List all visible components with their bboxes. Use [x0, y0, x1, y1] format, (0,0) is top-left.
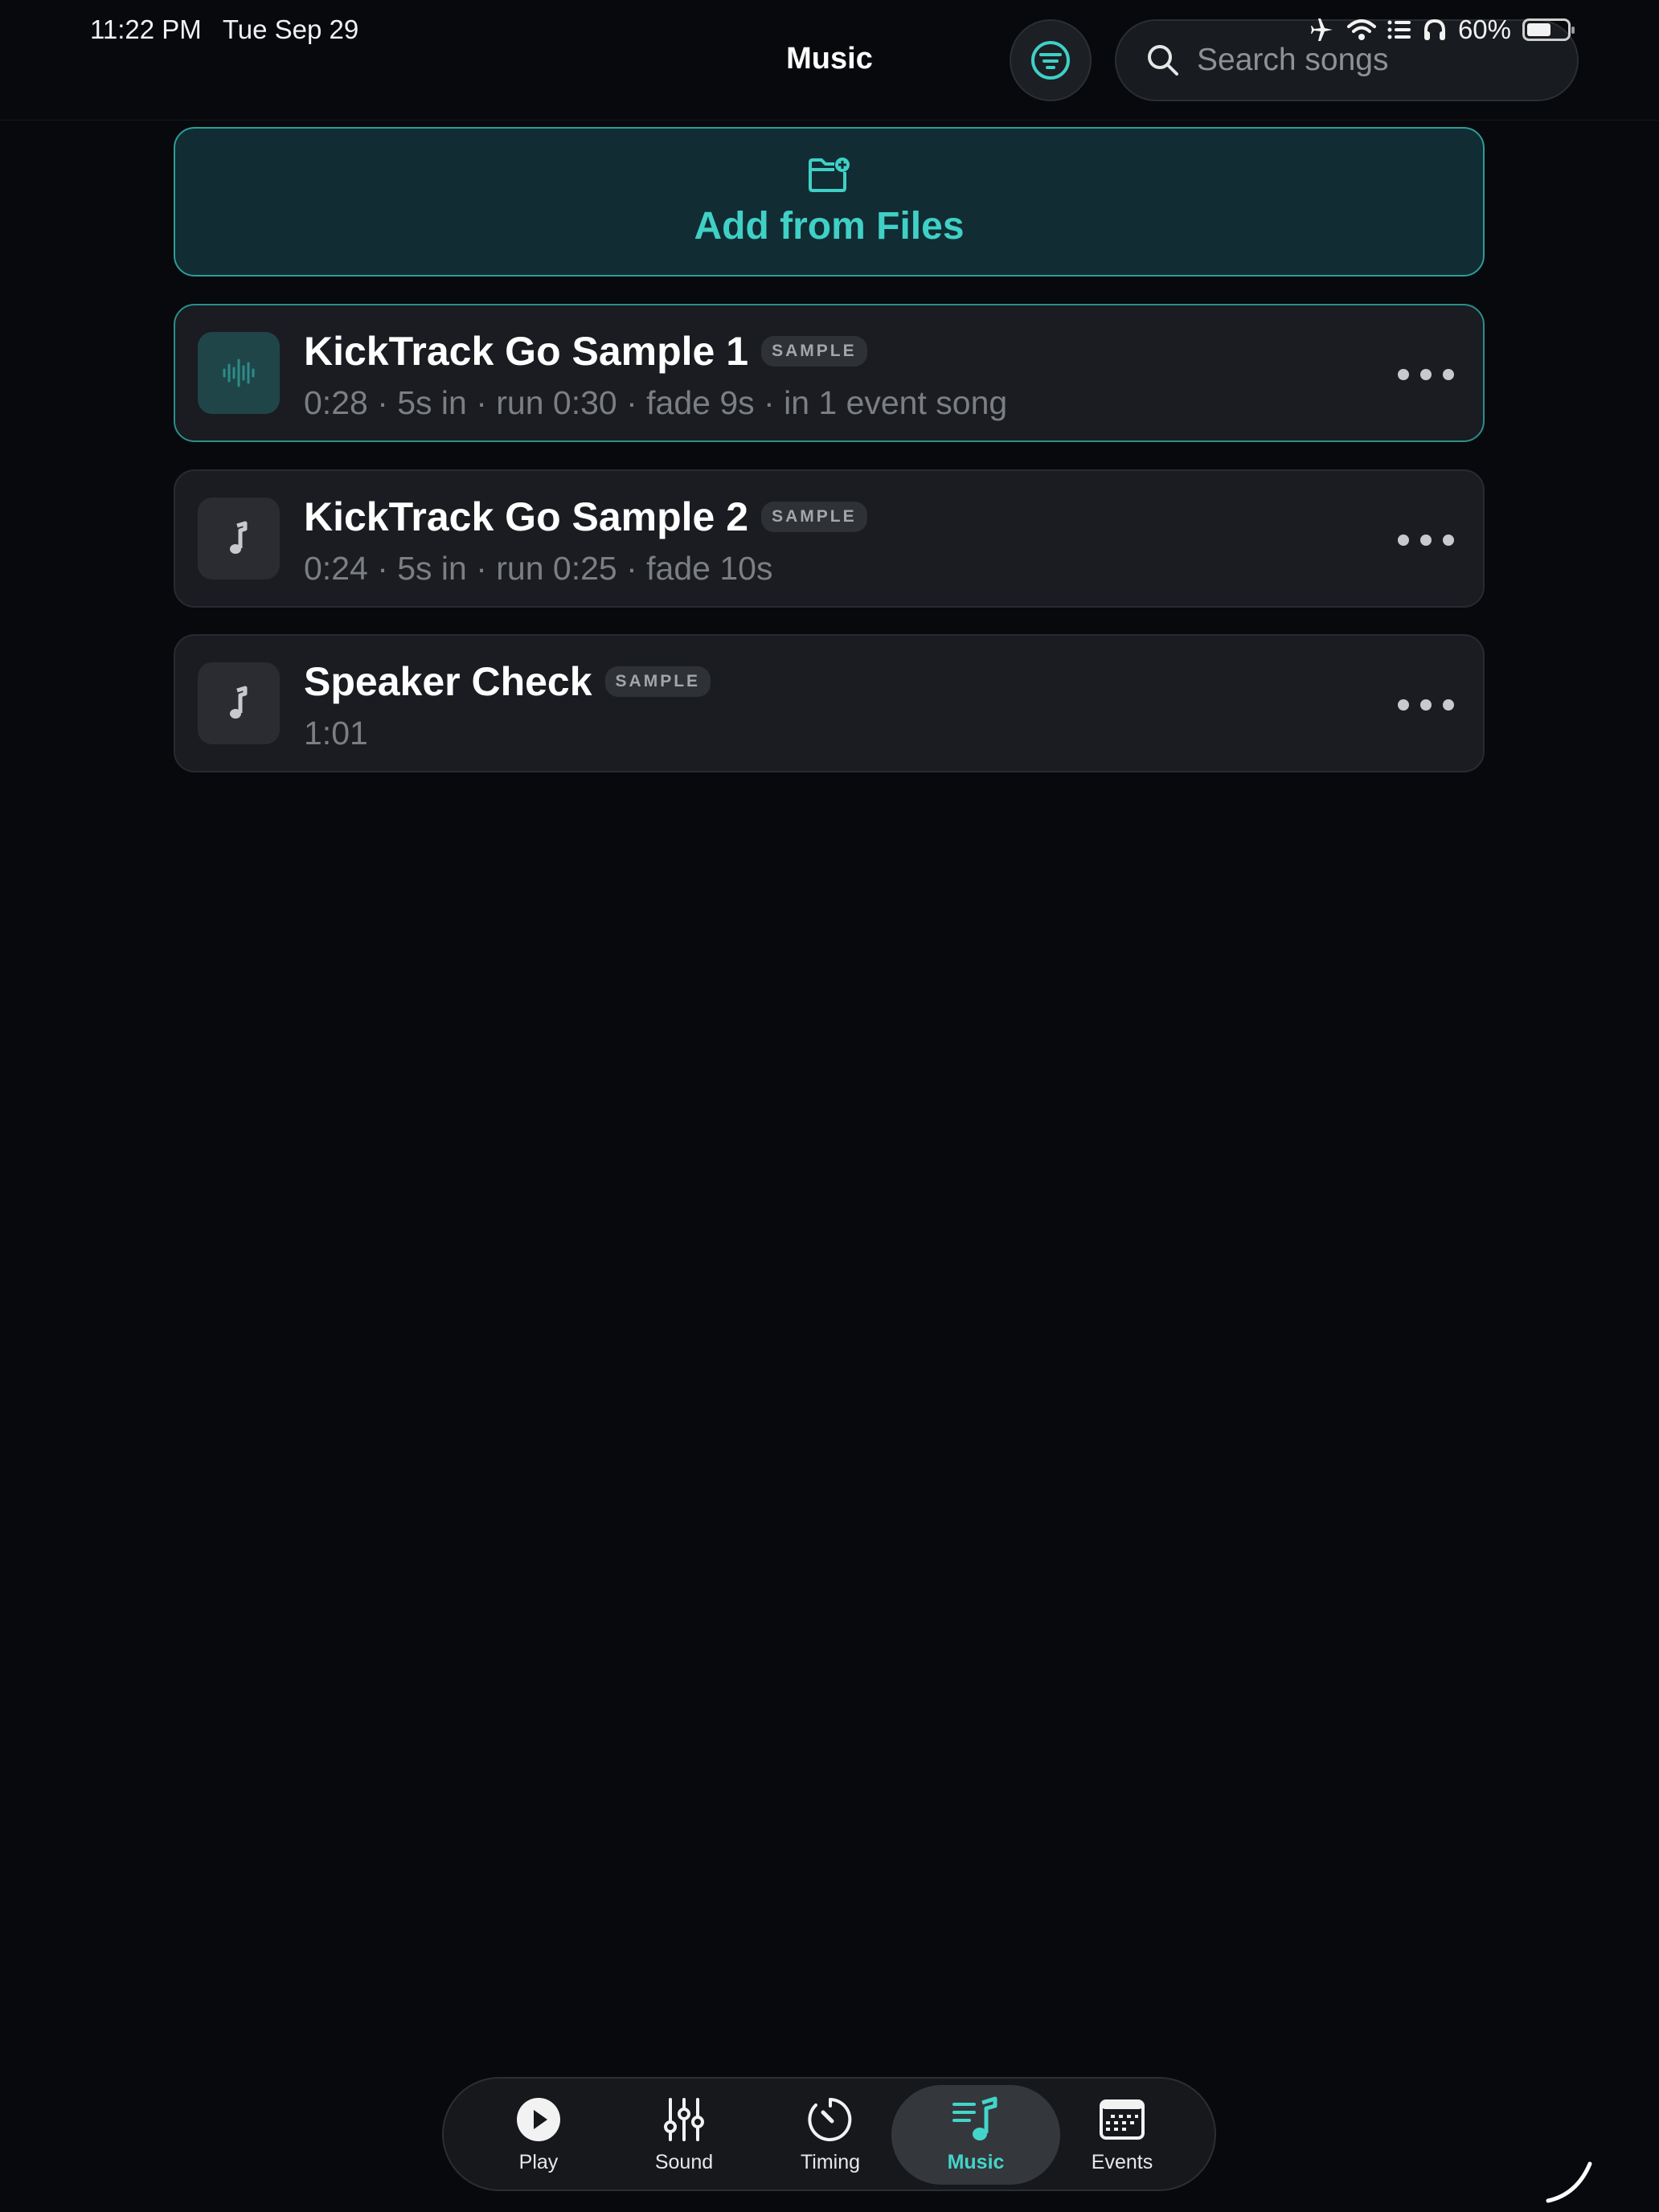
song-title-row: KickTrack Go Sample 2 SAMPLE: [304, 494, 867, 540]
tab-sound[interactable]: Sound: [600, 2085, 768, 2185]
filter-icon: [1031, 41, 1070, 80]
more-options-button[interactable]: [1398, 516, 1454, 564]
tab-label: Timing: [800, 2150, 861, 2173]
waveform-icon: [223, 358, 255, 387]
ellipsis-icon-dot: [1420, 699, 1432, 711]
tab-timing[interactable]: Timing: [746, 2085, 915, 2185]
play-icon: [517, 2097, 560, 2141]
ellipsis-icon-dot: [1398, 369, 1409, 380]
search-input[interactable]: [1197, 43, 1550, 78]
list-icon: [1387, 20, 1411, 39]
airplane-icon: [1310, 18, 1333, 41]
battery-percent: 60%: [1457, 14, 1511, 44]
song-row[interactable]: Speaker Check SAMPLE 1:01: [174, 634, 1485, 772]
more-options-button[interactable]: [1398, 350, 1454, 399]
add-from-files-button[interactable]: Add from Files: [174, 127, 1485, 276]
song-thumbnail: [198, 332, 280, 414]
ellipsis-icon-dot: [1420, 369, 1432, 380]
folder-add-icon: [808, 157, 850, 192]
sample-badge: SAMPLE: [761, 336, 867, 367]
status-bar-left: 11:22 PM Tue Sep 29: [90, 14, 358, 45]
timer-icon: [808, 2097, 852, 2141]
tab-events[interactable]: Events: [1038, 2085, 1206, 2185]
search-icon: [1148, 45, 1178, 76]
song-title: KickTrack Go Sample 1: [304, 329, 749, 374]
more-options-button[interactable]: [1398, 681, 1454, 729]
calendar-icon: [1100, 2099, 1145, 2140]
wifi-icon: [1346, 19, 1376, 40]
sample-badge: SAMPLE: [604, 666, 711, 697]
ellipsis-icon-dot: [1443, 699, 1454, 711]
tab-label: Music: [947, 2150, 1005, 2173]
song-row[interactable]: KickTrack Go Sample 2 SAMPLE 0:24 · 5s i…: [174, 469, 1485, 608]
ellipsis-icon-dot: [1443, 535, 1454, 546]
song-title: Speaker Check: [304, 659, 592, 704]
tab-label: Events: [1091, 2150, 1153, 2173]
song-meta: 0:28 · 5s in · run 0:30 · fade 9s · in 1…: [304, 384, 1008, 421]
music-note-icon: [230, 686, 248, 719]
status-date: Tue Sep 29: [222, 14, 359, 44]
tab-label: Sound: [654, 2150, 714, 2173]
tab-label: Play: [518, 2150, 559, 2173]
song-title: KickTrack Go Sample 2: [304, 494, 749, 539]
filter-button[interactable]: [1010, 19, 1092, 101]
tab-play[interactable]: Play: [454, 2085, 623, 2185]
ellipsis-icon-dot: [1398, 699, 1409, 711]
tab-bar: Play Sound Timing Music Events: [442, 2077, 1216, 2191]
song-title-row: Speaker Check SAMPLE: [304, 658, 711, 705]
sample-badge: SAMPLE: [761, 502, 867, 532]
headphones-icon: [1423, 18, 1445, 40]
music-list-icon: [952, 2096, 997, 2140]
status-bar-right: 60%: [1309, 14, 1575, 45]
battery-fill: [1527, 23, 1550, 36]
song-thumbnail: [198, 498, 280, 580]
song-meta: 0:24 · 5s in · run 0:25 · fade 10s: [304, 550, 773, 587]
tab-music[interactable]: Music: [891, 2085, 1060, 2185]
song-title-row: KickTrack Go Sample 1 SAMPLE: [304, 328, 867, 375]
music-note-icon: [230, 521, 248, 554]
song-meta: 1:01: [304, 715, 368, 752]
ellipsis-icon-dot: [1398, 535, 1409, 546]
add-from-files-label: Add from Files: [694, 204, 965, 248]
status-time: 11:22 PM: [90, 14, 202, 44]
home-indicator-corner: [1546, 2161, 1592, 2203]
ellipsis-icon-dot: [1443, 369, 1454, 380]
sliders-icon: [664, 2097, 704, 2141]
battery-icon: [1522, 18, 1575, 41]
song-row[interactable]: KickTrack Go Sample 1 SAMPLE 0:28 · 5s i…: [174, 304, 1485, 442]
song-thumbnail: [198, 662, 280, 744]
music-screen: Music 11:22 PM Tue Sep 29: [0, 0, 1659, 2212]
ellipsis-icon-dot: [1420, 535, 1432, 546]
